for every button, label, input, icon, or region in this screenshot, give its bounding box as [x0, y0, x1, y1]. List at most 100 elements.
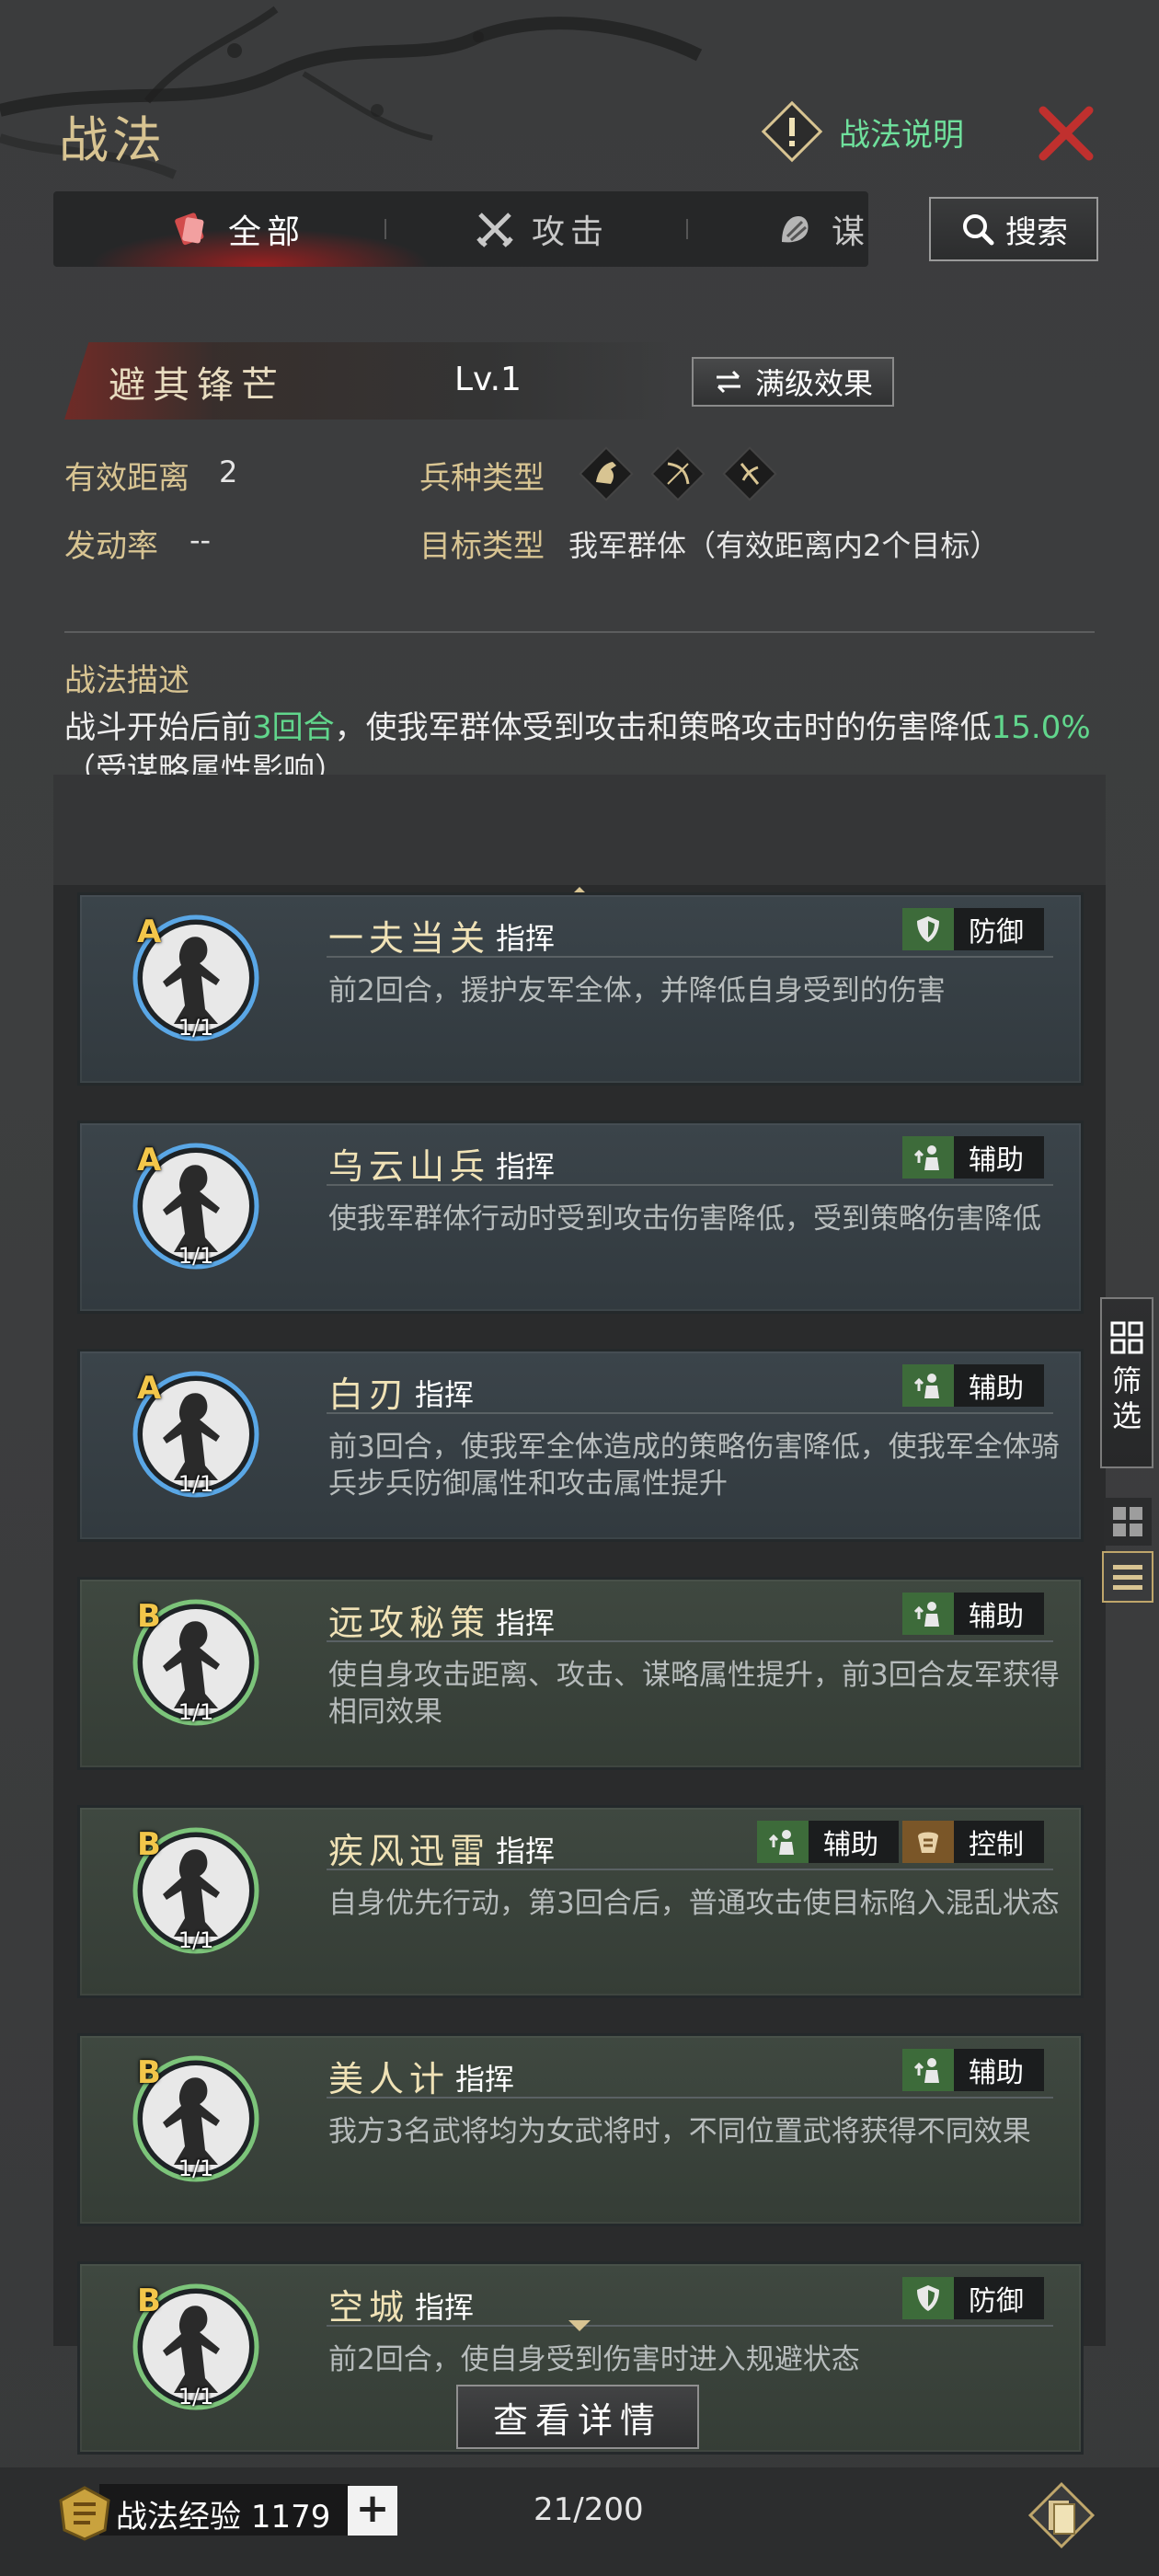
filter-label: 筛选 [1111, 1363, 1142, 1433]
card-divider [327, 1869, 1053, 1870]
support-icon [913, 1374, 939, 1398]
divider [64, 631, 1095, 633]
tag-icon-box [902, 908, 954, 950]
tab-strategy[interactable]: 谋 ▸ [775, 191, 868, 267]
skill-card-type: 指挥 [496, 921, 556, 956]
list-header-area [53, 775, 1106, 885]
skill-card[interactable]: B 1/1 美人计 指挥 我方3名武将均为女武将时，不同位置武将获得不同效果 辅助 [77, 2033, 1084, 2226]
skill-exp-text: 战法经验 1179 [116, 2491, 330, 2536]
skill-card-name: 疾风迅雷 [328, 1831, 491, 1871]
skill-tag: 辅助 [902, 2049, 1044, 2091]
skill-card[interactable]: B 1/1 疾风迅雷 指挥 自身优先行动，第3回合后，普通攻击使目标陷入混乱状态 控制 辅助 [77, 1805, 1084, 1998]
skill-help-button[interactable]: 战法说明 [760, 99, 964, 164]
skill-tag-label: 辅助 [969, 1601, 1024, 1633]
skill-card-type: 指挥 [415, 2290, 475, 2325]
skill-card[interactable]: B 1/1 远攻秘策 指挥 使自身攻击距离、攻击、谋略属性提升，前3回合友军获得相同效果… [77, 1577, 1084, 1770]
filter-grid-icon [1110, 1321, 1143, 1354]
skill-card-description: 我方3名武将均为女武将时，不同位置武将获得不同效果 [328, 2115, 1031, 2148]
skill-tag: 防御 [902, 2277, 1044, 2319]
skill-card-name: 乌云山兵 [328, 1146, 491, 1187]
cavalry-icon [579, 446, 634, 501]
skill-card-description: 前3回合，使我军全体造成的策略伤害降低，使我军全体骑兵步兵防御属性和攻击属性提升 [328, 1431, 1060, 1501]
support-icon [913, 1602, 939, 1627]
grade-badge: B [137, 1598, 161, 1635]
shield-icon [917, 916, 939, 942]
skill-exp-value: 1179 [250, 2499, 331, 2536]
desc-text-2: ，使我军群体受到攻击和策略攻击时的伤害降低 [334, 709, 992, 746]
max-level-effect-button[interactable]: 满级效果 [692, 357, 894, 407]
view-details-button[interactable]: 查看详情 [456, 2385, 699, 2449]
grade-badge: B [137, 1826, 161, 1863]
grade-badge: A [137, 1142, 162, 1179]
card-divider [327, 956, 1053, 958]
skill-tag-label: 防御 [969, 916, 1024, 949]
card-divider [327, 1640, 1053, 1642]
skill-card-type: 指挥 [496, 1149, 556, 1184]
skill-name: 避其锋芒 [109, 364, 285, 407]
skill-tag: 防御 [902, 908, 1044, 950]
skill-card-description: 前2回合，使自身受到伤害时进入规避状态 [328, 2343, 860, 2376]
desc-highlight-rounds: 3回合 [252, 709, 335, 746]
tag-icon-box [902, 1821, 954, 1863]
add-exp-button[interactable]: + [348, 2486, 397, 2536]
list-view-icon[interactable] [1102, 1551, 1153, 1603]
skill-card-type: 指挥 [415, 1377, 475, 1412]
skill-tag: 辅助 [902, 1364, 1044, 1407]
search-button[interactable]: 搜索 [929, 197, 1098, 261]
target-type-value: 我军群体（有效距离内2个目标） [568, 528, 1000, 563]
skill-card-description: 使我军群体行动时受到攻击伤害降低，受到策略伤害降低 [328, 1202, 1041, 1236]
swords-icon [476, 213, 513, 247]
skill-tag: 控制 [902, 1821, 1044, 1863]
skill-count: 1/1 [178, 1015, 214, 1041]
skill-card-type: 指挥 [496, 1605, 556, 1640]
skill-card-name: 远攻秘策 [328, 1603, 491, 1643]
tag-icon-box [902, 2049, 954, 2091]
skill-card-description: 自身优先行动，第3回合后，普通攻击使目标陷入混乱状态 [328, 1887, 1060, 1920]
skill-card[interactable]: A 1/1 白刃 指挥 前3回合，使我军全体造成的策略伤害降低，使我军全体骑兵步兵防御属… [77, 1349, 1084, 1542]
archer-icon [650, 446, 706, 501]
tag-icon-box [902, 2277, 954, 2319]
trigger-rate-value: -- [189, 523, 212, 558]
support-icon [913, 1145, 939, 1170]
grade-badge: B [137, 2283, 161, 2319]
skill-tag: 辅助 [757, 1821, 899, 1863]
skill-card[interactable]: A 1/1 乌云山兵 指挥 使我军群体行动时受到攻击伤害降低，受到策略伤害降低 辅助 [77, 1121, 1084, 1314]
search-label: 搜索 [1005, 213, 1068, 251]
filter-button[interactable]: 筛选 [1100, 1297, 1153, 1468]
all-icon [175, 213, 204, 246]
skill-help-label: 战法说明 [839, 116, 964, 154]
swap-arrows-icon [716, 370, 740, 394]
skill-card-name: 空城 [328, 2287, 410, 2328]
tag-icon-box [902, 1364, 954, 1407]
tab-all-label: 全部 [228, 213, 306, 251]
skill-tag-label: 辅助 [969, 2057, 1024, 2089]
infantry-icon [722, 446, 777, 501]
tab-attack[interactable]: 攻击 [475, 191, 609, 267]
scroll-down-icon [568, 2320, 591, 2331]
skill-card-type: 指挥 [455, 2062, 515, 2097]
desc-text-1: 战斗开始后前 [64, 709, 252, 746]
skill-count: 1/1 [178, 1927, 214, 1953]
grade-badge: A [137, 914, 162, 950]
range-label: 有效距离 [64, 460, 189, 497]
control-icon [918, 1832, 938, 1853]
card-divider [327, 2097, 1053, 2099]
skill-book-icon[interactable] [1025, 2478, 1098, 2552]
strategy-icon [782, 216, 809, 243]
tag-icon-box [757, 1821, 809, 1863]
skill-card-description: 使自身攻击距离、攻击、谋略属性提升，前3回合友军获得相同效果 [328, 1659, 1060, 1729]
tab-all[interactable]: 全部 [171, 191, 305, 267]
skill-description-label: 战法描述 [64, 662, 189, 699]
target-type-label: 目标类型 [419, 528, 545, 565]
skill-count: 1/1 [178, 1243, 214, 1269]
grade-badge: B [137, 2054, 161, 2091]
skill-card[interactable]: A 1/1 一夫当关 指挥 前2回合，援护友军全体，并降低自身受到的伤害 防御 [77, 892, 1084, 1086]
skill-exp-label: 战法经验 [116, 2499, 241, 2536]
close-icon[interactable] [1034, 101, 1098, 166]
tab-separator [686, 219, 688, 239]
skill-count: 1/1 [178, 1471, 214, 1497]
support-icon [913, 2058, 939, 2083]
skill-tag-label: 辅助 [969, 1373, 1024, 1405]
grid-view-icon[interactable] [1104, 1498, 1152, 1546]
category-tabs: 全部 攻击 谋 ▸ [53, 191, 868, 267]
